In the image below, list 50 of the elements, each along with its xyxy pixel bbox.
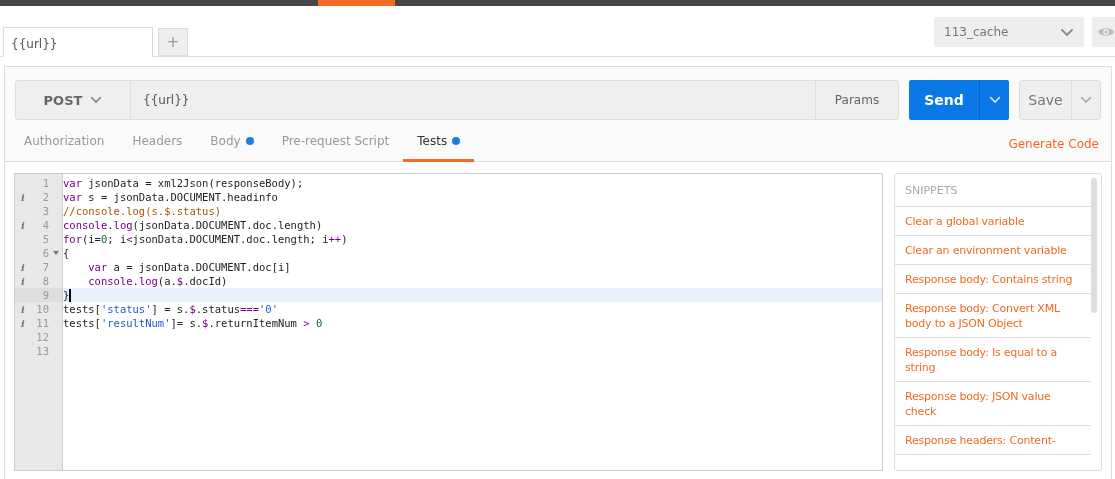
section-tab[interactable]: Authorization [10,120,119,162]
line-number: 13 [36,345,49,357]
code-line: console.log(jsonData.DOCUMENT.doc.length) [63,219,323,231]
line-number: 12 [36,331,49,343]
line-number: 11 [36,317,49,329]
line-number: 6 [42,247,49,259]
code-line: var s = jsonData.DOCUMENT.headinfo [63,191,278,203]
request-tab[interactable]: {{url}} [3,27,153,57]
line-number: 3 [42,205,49,217]
line-number: 4 [42,219,49,231]
new-tab-button[interactable]: + [158,28,188,56]
line-number: 10 [36,303,49,315]
line-number: 1 [42,177,49,189]
snippet-link[interactable]: Response body: Is equal to a string [895,338,1091,382]
environment-dropdown[interactable]: 113_cache [934,17,1084,47]
generate-code-link[interactable]: Generate Code [1008,130,1099,151]
code-line: var jsonData = xml2Json(responseBody); [63,177,304,189]
code-line: } [63,289,70,301]
code-line: console.log(a.$.docId) [87,275,228,287]
scrollbar[interactable] [1091,178,1097,313]
code-line: { [63,247,70,259]
eye-icon[interactable] [1097,26,1115,38]
chevron-down-icon [1060,27,1074,37]
snippet-link[interactable]: Response body: Convert XML body to a JSON Object [895,294,1091,338]
fold-arrow-icon[interactable] [53,251,59,255]
info-marker: i [21,219,25,231]
info-marker: i [21,261,25,273]
code-line: for(i=0; i<jsonData.DOCUMENT.doc.length; i++) [63,233,348,245]
info-marker: i [21,303,25,315]
info-marker: i [21,191,25,203]
code-line: //console.log(s.$.status) [63,205,222,217]
code-line: tests['status'] = s.$.status==='0' [63,303,278,315]
line-number: 5 [42,233,49,245]
send-options-button[interactable] [979,80,1009,120]
section-tab[interactable]: Pre-request Script [267,120,404,162]
chevron-down-icon [988,96,1001,104]
section-tab[interactable]: Headers [118,120,197,162]
code-editor[interactable] [14,173,883,471]
code-line: tests['resultNum']= s.$.returnItemNum > 0 [63,317,323,329]
info-marker: i [21,275,25,287]
snippet-link[interactable]: Response headers: Content- [895,426,1091,455]
line-number: 9 [42,289,49,301]
code-line: var a = jsonData.DOCUMENT.doc[i] [87,261,291,273]
snippet-link[interactable]: Response body: JSON value check [895,382,1091,426]
line-number: 2 [42,191,49,203]
line-number: 7 [42,261,49,273]
section-tab[interactable]: Body [196,120,268,162]
info-marker: i [21,317,25,329]
chevron-down-icon [1080,96,1092,104]
line-number: 8 [42,275,49,287]
